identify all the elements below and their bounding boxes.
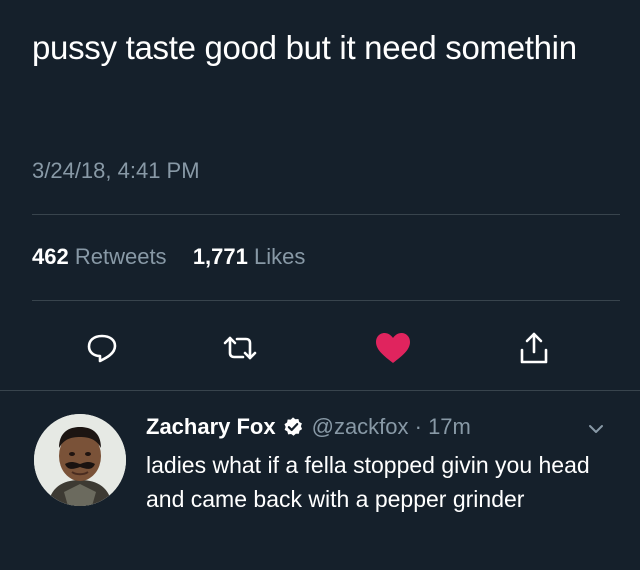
divider: [32, 214, 620, 215]
reply-header: Zachary Fox @zackfox · 17m: [146, 414, 471, 440]
reply-button[interactable]: [82, 330, 122, 366]
speech-bubble-icon: [87, 334, 117, 363]
reply-text: ladies what if a fella stopped givin you…: [146, 452, 590, 512]
reply-handle-time[interactable]: @zackfox · 17m: [312, 414, 471, 440]
retweet-label: Retweets: [74, 244, 167, 269]
like-button[interactable]: [373, 330, 413, 366]
retweet-icon: [223, 336, 257, 360]
reply-tweet[interactable]: Zachary Fox @zackfox · 17m ladies what i…: [0, 392, 640, 570]
avatar-image: [34, 414, 126, 506]
divider: [0, 390, 640, 391]
share-button[interactable]: [514, 330, 554, 366]
divider: [32, 300, 620, 301]
retweet-count: 462: [32, 244, 69, 269]
likes-stat[interactable]: 1,771 Likes: [193, 244, 306, 269]
verified-badge-icon: [284, 417, 302, 436]
share-icon: [520, 332, 548, 364]
tweet-stats: 462 Retweets 1,771 Likes: [32, 244, 305, 270]
avatar[interactable]: [34, 414, 126, 506]
like-count: 1,771: [192, 244, 248, 269]
tweet-timestamp[interactable]: 3/24/18, 4:41 PM: [32, 158, 200, 184]
tweet-text: pussy taste good but it need somethin: [32, 29, 577, 66]
heart-icon: [376, 333, 410, 363]
retweets-stat[interactable]: 462 Retweets: [32, 244, 173, 269]
like-label: Likes: [254, 244, 306, 269]
reply-author-name[interactable]: Zachary Fox: [146, 414, 276, 440]
retweet-button[interactable]: [220, 330, 260, 366]
chevron-down-icon[interactable]: [585, 418, 607, 440]
